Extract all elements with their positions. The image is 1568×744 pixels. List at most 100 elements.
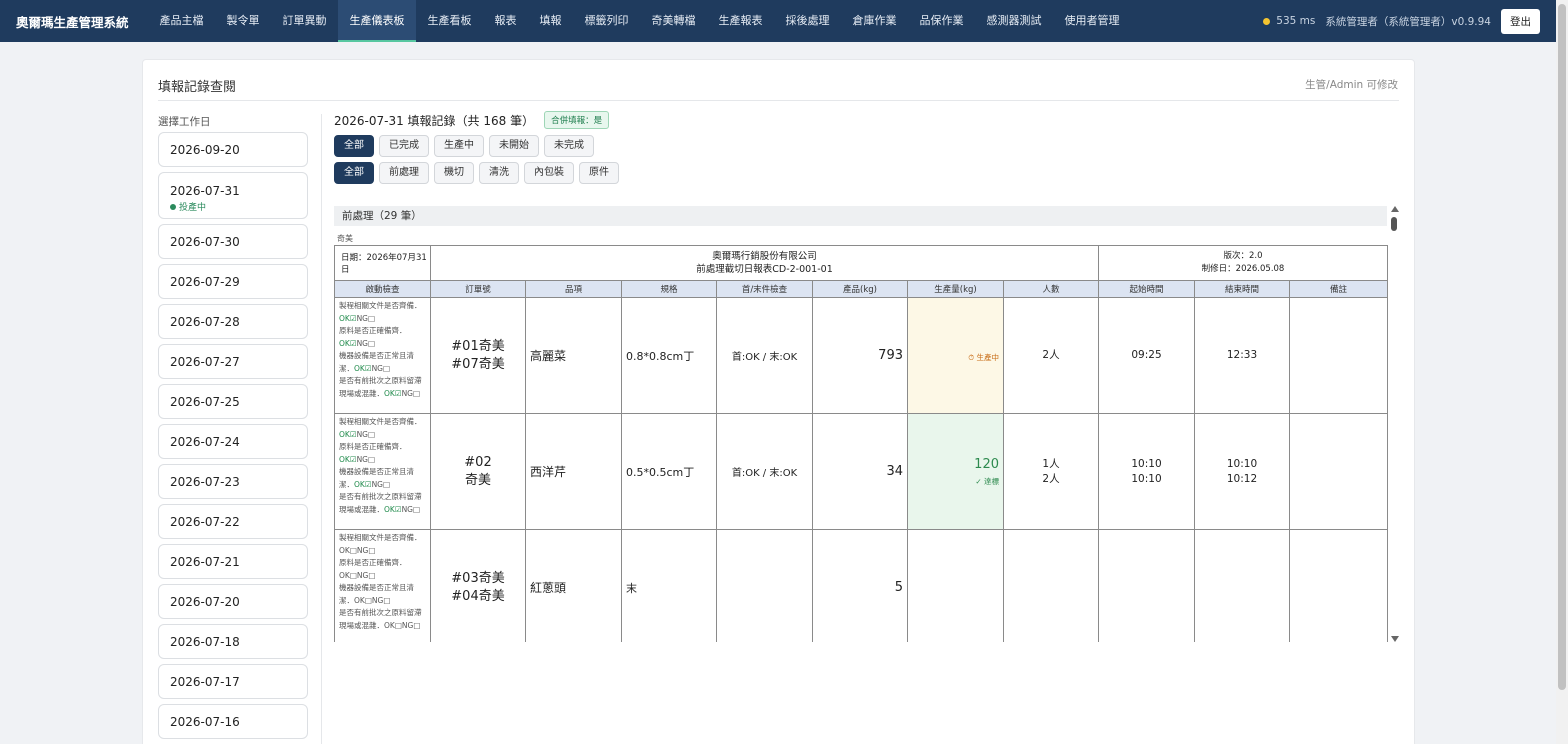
- ng-label: NG: [356, 570, 369, 580]
- nav-item[interactable]: 生產報表: [707, 0, 774, 42]
- date-item-label: 2026-07-21: [170, 555, 240, 569]
- ok-label: OK: [384, 388, 395, 398]
- empty-box-icon: □: [413, 388, 421, 398]
- date-item[interactable]: 2026-07-21: [158, 544, 308, 579]
- checked-box-icon: ☑: [394, 388, 402, 398]
- date-item[interactable]: 2026-07-16: [158, 704, 308, 739]
- date-item[interactable]: 2026-07-29: [158, 264, 308, 299]
- nav-item[interactable]: 標籤列印: [573, 0, 640, 42]
- status-filter-button[interactable]: 生產中: [434, 135, 484, 157]
- date-item[interactable]: 2026-07-31 投產中: [158, 172, 308, 219]
- end-time-cell: 10:10 10:12: [1194, 413, 1291, 530]
- check-item: 製程相關文件是否齊備． OK☑NG□: [339, 416, 426, 441]
- date-item[interactable]: 2026-07-23: [158, 464, 308, 499]
- ok-label: OK: [354, 595, 365, 605]
- column-header: 訂單號: [430, 280, 526, 298]
- inner-scrollbar-thumb[interactable]: [1391, 217, 1397, 231]
- nav-item[interactable]: 產品主檔: [148, 0, 215, 42]
- production-value: 120: [974, 456, 999, 472]
- scroll-up-icon[interactable]: [1391, 206, 1399, 212]
- group-header: 前處理（29 筆）: [334, 206, 1387, 226]
- date-item[interactable]: 2026-09-20: [158, 132, 308, 167]
- ng-label: NG: [356, 429, 368, 439]
- logout-button[interactable]: 登出: [1501, 8, 1540, 34]
- status-filter-group: 全部 已完成 生產中 未開始 未完成: [334, 135, 1401, 157]
- column-header-row: 啟動檢查 訂單號 品項 規格 首/末件檢查 產品(kg) 生產量(kg) 人數 起始時間 結束時間…: [334, 280, 1389, 298]
- process-filter-button[interactable]: 清洗: [479, 162, 519, 184]
- daily-report-table: 日期：2026年07月31日 奧爾瑪行銷股份有限公司 前處理截切日報表CD-2-…: [334, 245, 1389, 642]
- process-filter-button[interactable]: 全部: [334, 162, 374, 184]
- qty-cell: 793: [812, 297, 908, 414]
- date-item[interactable]: 2026-07-28: [158, 304, 308, 339]
- date-item[interactable]: 2026-07-30: [158, 224, 308, 259]
- empty-box-icon: □: [364, 595, 372, 605]
- date-list: 2026-09-20 2026-07-31 投產中 2026-07-30 2026-07…: [158, 132, 308, 744]
- date-item[interactable]: 2026-07-17: [158, 664, 308, 699]
- nav-item[interactable]: 製令單: [215, 0, 271, 42]
- nav-item[interactable]: 品保作業: [908, 0, 975, 42]
- note-cell: [1289, 529, 1389, 642]
- qty-cell: 5: [812, 529, 908, 642]
- window-scrollbar-thumb[interactable]: [1558, 4, 1566, 690]
- date-item[interactable]: 2026-07-18: [158, 624, 308, 659]
- status-filter-button[interactable]: 未開始: [489, 135, 539, 157]
- nav-item[interactable]: 訂單異動: [271, 0, 338, 42]
- current-user: 系統管理者（系統管理者）v0.9.94: [1325, 15, 1491, 28]
- check-item: 機器設備是否正常且清潔．OK☑NG□: [339, 350, 426, 375]
- status-filter-button[interactable]: 已完成: [379, 135, 429, 157]
- date-item-label: 2026-07-22: [170, 515, 240, 529]
- cell-line: 12:33: [1226, 349, 1258, 361]
- date-item[interactable]: 2026-07-25: [158, 384, 308, 419]
- empty-box-icon: □: [413, 504, 421, 514]
- app-brand[interactable]: 奧爾瑪生產管理系統: [16, 12, 141, 31]
- production-cell[interactable]: 120 ✓ 達標: [907, 413, 1004, 530]
- scroll-down-icon[interactable]: [1391, 636, 1399, 642]
- nav-item[interactable]: 感測器測試: [975, 0, 1053, 42]
- status-filter-button[interactable]: 全部: [334, 135, 374, 157]
- nav-item[interactable]: 填報: [528, 0, 573, 42]
- check-question: 原料是否正確備齊．: [339, 442, 407, 451]
- check-item: 原料是否正確備齊．OK□NG□: [339, 557, 426, 582]
- nav-item[interactable]: 報表: [483, 0, 528, 42]
- date-item-label: 2026-07-27: [170, 355, 240, 369]
- ng-label: NG: [401, 388, 413, 398]
- nav-item[interactable]: 生產儀表板: [338, 0, 416, 42]
- records-scroll-area[interactable]: 前處理（29 筆） 奇美 日期：2026年07月31日 奧爾瑪行銷股份有限公司 …: [334, 206, 1401, 642]
- date-item[interactable]: 2026-07-24: [158, 424, 308, 459]
- production-cell[interactable]: ⏱ 生產中: [907, 297, 1004, 414]
- nav-item[interactable]: 生產看板: [416, 0, 483, 42]
- nav-item[interactable]: 倉庫作業: [841, 0, 908, 42]
- nav-item[interactable]: 奇美轉檔: [640, 0, 707, 42]
- cell-line: 2人: [1042, 349, 1060, 361]
- production-status: ✓ 達標: [975, 476, 999, 486]
- production-cell[interactable]: [907, 529, 1004, 642]
- process-filter-button[interactable]: 原件: [579, 162, 619, 184]
- ng-label: NG: [356, 313, 368, 323]
- order-cell: #01奇美 #07奇美: [430, 297, 526, 414]
- form-company-block: 奧爾瑪行銷股份有限公司 前處理截切日報表CD-2-001-01: [429, 245, 1100, 281]
- cell-line: 1人: [1042, 457, 1060, 470]
- date-status: 投產中: [170, 200, 296, 213]
- date-item[interactable]: 2026-07-27: [158, 344, 308, 379]
- empty-box-icon: □: [383, 595, 391, 605]
- date-item[interactable]: 2026-07-20: [158, 584, 308, 619]
- date-item-label: 2026-07-17: [170, 675, 240, 689]
- startup-check-cell: 製程相關文件是否齊備．OK☑NG□ 原料是否正確備齊．OK☑NG□ 機器設備是否正常…: [334, 297, 431, 414]
- process-filter-button[interactable]: 前處理: [379, 162, 429, 184]
- ng-label: NG: [371, 595, 384, 605]
- column-header: 起始時間: [1098, 280, 1196, 298]
- date-item[interactable]: 2026-07-22: [158, 504, 308, 539]
- nav-item[interactable]: 使用者管理: [1053, 0, 1131, 42]
- ok-label: OK: [339, 570, 350, 580]
- nav-item[interactable]: 採後處理: [774, 0, 841, 42]
- ok-label: OK: [339, 545, 350, 555]
- column-header: 人數: [1002, 280, 1100, 298]
- window-scrollbar[interactable]: [1556, 0, 1568, 744]
- cell-line: #03奇美: [451, 570, 505, 586]
- date-item-label: 2026-07-30: [170, 235, 240, 249]
- ng-label: NG: [371, 479, 383, 489]
- status-filter-button[interactable]: 未完成: [544, 135, 594, 157]
- process-filter-button[interactable]: 機切: [434, 162, 474, 184]
- process-filter-button[interactable]: 內包裝: [524, 162, 574, 184]
- inner-scrollbar[interactable]: [1389, 206, 1401, 642]
